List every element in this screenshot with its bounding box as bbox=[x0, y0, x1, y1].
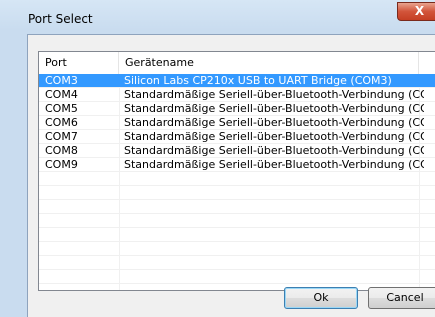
list-item[interactable]: COM4 Standardmäßige Seriell-über-Bluetoot… bbox=[39, 88, 435, 102]
list-item[interactable]: COM7 Standardmäßige Seriell-über-Bluetoot… bbox=[39, 130, 435, 144]
device-name-cell: Standardmäßige Seriell-über-Bluetooth-Ve… bbox=[124, 144, 424, 157]
list-item[interactable]: COM3 Silicon Labs CP210x USB to UART Brid… bbox=[39, 74, 435, 88]
port-cell: COM8 bbox=[45, 144, 78, 157]
port-cell: COM4 bbox=[45, 88, 78, 101]
port-cell: COM6 bbox=[45, 116, 78, 129]
device-name-cell: Standardmäßige Seriell-über-Bluetooth-Ve… bbox=[124, 130, 424, 143]
column-header-port[interactable]: Port bbox=[39, 52, 119, 74]
list-item[interactable]: COM6 Standardmäßige Seriell-über-Bluetoot… bbox=[39, 116, 435, 130]
cancel-button[interactable]: Cancel bbox=[368, 287, 435, 309]
list-header: Port Gerätename bbox=[39, 52, 435, 75]
list-rows: COM3 Silicon Labs CP210x USB to UART Brid… bbox=[39, 74, 435, 284]
device-name-cell: Silicon Labs CP210x USB to UART Bridge (… bbox=[124, 74, 392, 87]
empty-row bbox=[39, 200, 435, 214]
list-item[interactable]: COM9 Standardmäßige Seriell-über-Bluetoot… bbox=[39, 158, 435, 172]
device-name-cell: Standardmäßige Seriell-über-Bluetooth-Ve… bbox=[124, 116, 424, 129]
empty-row bbox=[39, 228, 435, 242]
ok-button[interactable]: Ok bbox=[284, 287, 358, 309]
empty-row bbox=[39, 186, 435, 200]
list-item[interactable]: COM5 Standardmäßige Seriell-über-Bluetoot… bbox=[39, 102, 435, 116]
port-select-window: Port Select X Port Gerätename COM3 Silico… bbox=[0, 0, 435, 317]
column-header-device-name[interactable]: Gerätename bbox=[119, 52, 419, 74]
empty-row bbox=[39, 270, 435, 284]
port-cell: COM9 bbox=[45, 158, 78, 171]
empty-row bbox=[39, 256, 435, 270]
dialog-client-area: Port Gerätename COM3 Silicon Labs CP210x … bbox=[27, 34, 435, 317]
port-cell: COM7 bbox=[45, 130, 78, 143]
empty-row bbox=[39, 214, 435, 228]
device-name-cell: Standardmäßige Seriell-über-Bluetooth-Ve… bbox=[124, 102, 424, 115]
button-bar: Ok Cancel bbox=[28, 287, 435, 317]
empty-row bbox=[39, 242, 435, 256]
port-list[interactable]: Port Gerätename COM3 Silicon Labs CP210x … bbox=[38, 51, 435, 291]
title-bar[interactable]: Port Select X bbox=[0, 0, 435, 34]
port-cell: COM5 bbox=[45, 102, 78, 115]
device-name-cell: Standardmäßige Seriell-über-Bluetooth-Ve… bbox=[124, 158, 424, 171]
list-item[interactable]: COM8 Standardmäßige Seriell-über-Bluetoot… bbox=[39, 144, 435, 158]
device-name-cell: Standardmäßige Seriell-über-Bluetooth-Ve… bbox=[124, 88, 424, 101]
window-title: Port Select bbox=[28, 12, 93, 26]
empty-row bbox=[39, 172, 435, 186]
close-button[interactable]: X bbox=[397, 2, 435, 21]
port-cell: COM3 bbox=[45, 74, 78, 87]
